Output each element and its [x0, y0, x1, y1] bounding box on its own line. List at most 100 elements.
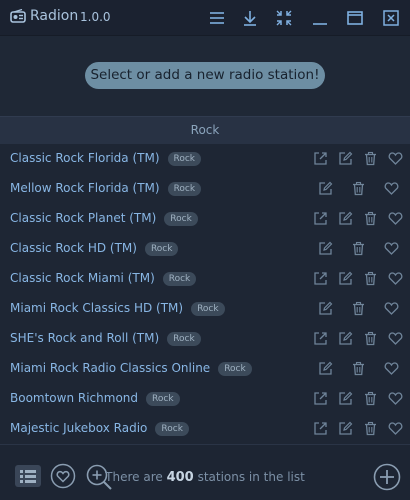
genre-tag: Rock	[167, 332, 201, 346]
station-name[interactable]: Majestic Jukebox Radio Rock	[10, 421, 189, 436]
favorite-button[interactable]	[388, 391, 403, 406]
edit-icon	[319, 301, 333, 315]
station-name[interactable]: Miami Rock Classics HD (TM) Rock	[10, 301, 225, 316]
station-name[interactable]: SHE's Rock and Roll (TM) Rock	[10, 331, 201, 346]
delete-button[interactable]	[351, 241, 366, 256]
open-link-button[interactable]	[313, 331, 328, 346]
trash-icon	[353, 241, 364, 256]
download-icon	[244, 11, 256, 26]
edit-button[interactable]	[338, 391, 353, 406]
delete-button[interactable]	[363, 151, 378, 166]
edit-button[interactable]	[338, 271, 353, 286]
compress-button[interactable]	[275, 9, 293, 27]
genre-tag: Rock	[167, 182, 202, 196]
edit-icon	[319, 241, 333, 255]
station-name[interactable]: Classic Rock Florida (TM) Rock	[10, 151, 202, 166]
download-button[interactable]	[241, 9, 259, 27]
edit-button[interactable]	[338, 151, 353, 166]
delete-button[interactable]	[363, 211, 378, 226]
station-count: 400	[166, 470, 194, 485]
add-station-button[interactable]	[373, 463, 401, 491]
favorite-button[interactable]	[388, 421, 403, 436]
external-link-icon	[314, 152, 327, 165]
delete-button[interactable]	[363, 331, 378, 346]
open-link-button[interactable]	[313, 391, 328, 406]
heart-icon	[388, 332, 403, 345]
external-link-icon	[314, 212, 327, 225]
player-area: Select or add a new radio station!	[0, 36, 410, 116]
station-row[interactable]: Miami Rock Classics HD (TM) Rock	[0, 294, 410, 325]
trash-icon	[365, 391, 376, 406]
edit-button[interactable]	[338, 421, 353, 436]
menu-button[interactable]	[208, 9, 226, 27]
edit-button[interactable]	[318, 361, 333, 376]
favorite-button[interactable]	[388, 151, 403, 166]
station-name[interactable]: Mellow Rock Florida (TM) Rock	[10, 181, 202, 196]
plus-circle-icon	[373, 463, 401, 491]
title-bar: Radion 1.0.0	[0, 0, 410, 36]
menu-icon	[210, 12, 224, 24]
delete-button[interactable]	[363, 271, 378, 286]
favorite-button[interactable]	[388, 331, 403, 346]
heart-icon	[384, 182, 399, 195]
station-row[interactable]: Mellow Rock Florida (TM) Rock	[0, 174, 410, 205]
station-name[interactable]: Classic Rock HD (TM) Rock	[10, 241, 179, 256]
genre-tag: Rock	[162, 272, 197, 286]
edit-icon	[339, 331, 353, 345]
edit-icon	[339, 391, 353, 405]
station-row[interactable]: Classic Rock Planet (TM) Rock	[0, 204, 410, 235]
maximize-button[interactable]	[346, 9, 364, 27]
genre-tag: Rock	[146, 392, 180, 406]
group-header[interactable]: Rock	[0, 116, 410, 145]
heart-icon	[384, 302, 399, 315]
edit-icon	[319, 361, 333, 375]
app-name: Radion	[30, 8, 79, 24]
edit-button[interactable]	[338, 211, 353, 226]
delete-button[interactable]	[363, 391, 378, 406]
station-name[interactable]: Miami Rock Radio Classics Online Rock	[10, 361, 252, 376]
station-name[interactable]: Classic Rock Miami (TM) Rock	[10, 271, 197, 286]
favorite-button[interactable]	[384, 241, 399, 256]
delete-button[interactable]	[351, 301, 366, 316]
trash-icon	[353, 301, 364, 316]
external-link-icon	[314, 272, 327, 285]
delete-button[interactable]	[363, 421, 378, 436]
open-link-button[interactable]	[313, 151, 328, 166]
status-bar: There are 400 stations in the list	[0, 454, 410, 500]
open-link-button[interactable]	[313, 421, 328, 436]
edit-button[interactable]	[338, 331, 353, 346]
favorite-button[interactable]	[384, 301, 399, 316]
edit-icon	[339, 271, 353, 285]
open-link-button[interactable]	[313, 271, 328, 286]
open-link-button[interactable]	[313, 211, 328, 226]
favorite-button[interactable]	[388, 271, 403, 286]
delete-button[interactable]	[351, 361, 366, 376]
station-row[interactable]: Boomtown Richmond Rock	[0, 384, 410, 415]
station-row[interactable]: Classic Rock HD (TM) Rock	[0, 234, 410, 265]
favorite-button[interactable]	[384, 361, 399, 376]
minimize-button[interactable]	[311, 9, 329, 27]
edit-button[interactable]	[318, 301, 333, 316]
heart-icon	[384, 242, 399, 255]
station-row[interactable]: Classic Rock Florida (TM) Rock	[0, 144, 410, 175]
edit-button[interactable]	[318, 181, 333, 196]
station-row[interactable]: SHE's Rock and Roll (TM) Rock	[0, 324, 410, 355]
heart-icon	[388, 212, 403, 225]
favorite-button[interactable]	[388, 211, 403, 226]
station-row[interactable]: Classic Rock Miami (TM) Rock	[0, 264, 410, 295]
trash-icon	[353, 181, 364, 196]
station-list: Classic Rock Florida (TM) Rock Mellow Rock…	[0, 144, 410, 454]
station-row[interactable]: Miami Rock Radio Classics Online Rock	[0, 354, 410, 385]
station-name[interactable]: Boomtown Richmond Rock	[10, 391, 180, 406]
favorite-button[interactable]	[384, 181, 399, 196]
edit-button[interactable]	[318, 241, 333, 256]
genre-tag: Rock	[144, 242, 179, 256]
delete-button[interactable]	[351, 181, 366, 196]
edit-icon	[339, 421, 353, 435]
genre-tag: Rock	[191, 302, 225, 316]
station-row[interactable]: Majestic Jukebox Radio Rock	[0, 414, 410, 445]
close-button[interactable]	[382, 9, 400, 27]
edit-icon	[319, 181, 333, 195]
external-link-icon	[314, 392, 327, 405]
station-name[interactable]: Classic Rock Planet (TM) Rock	[10, 211, 198, 226]
